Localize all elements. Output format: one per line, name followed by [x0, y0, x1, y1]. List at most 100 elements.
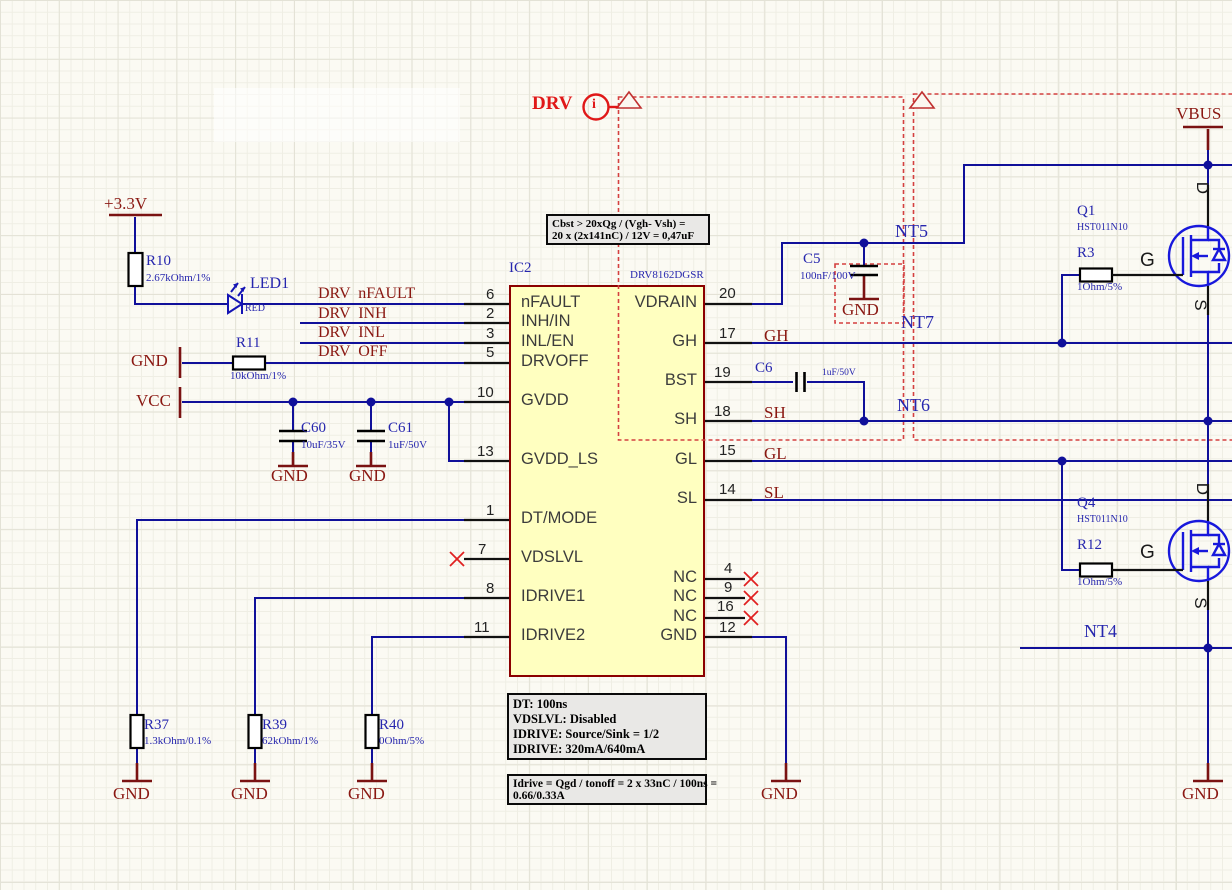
val-r37[interactable]: 1.3kOhm/0.1% [144, 736, 211, 748]
net-drv-inl[interactable]: DRV INL [318, 325, 385, 342]
pin-num-16[interactable]: 16 [717, 599, 734, 615]
pin-name-r-18[interactable]: SH [600, 411, 697, 428]
pin-num-3[interactable]: 3 [486, 326, 494, 342]
pin-num-14[interactable]: 14 [719, 482, 736, 498]
power-port-vbus[interactable]: VBUS [1176, 105, 1221, 123]
des-r12[interactable]: R12 [1077, 538, 1102, 554]
pin-s-q1[interactable]: S [1191, 295, 1209, 315]
net-nt4[interactable]: NT4 [1084, 622, 1117, 641]
val-q4[interactable]: HST011N10 [1077, 515, 1128, 526]
val-c60[interactable]: 10uF/35V [301, 440, 346, 452]
power-port-vcc[interactable]: VCC [136, 392, 171, 410]
pin-d-q1[interactable]: D [1193, 178, 1211, 198]
pin-name-r-14[interactable]: SL [600, 490, 697, 507]
pin-num-13[interactable]: 13 [477, 444, 494, 460]
net-sh[interactable]: SH [764, 404, 786, 422]
pin-name-r-17[interactable]: GH [600, 333, 697, 350]
pin-num-1[interactable]: 1 [486, 503, 494, 519]
pin-name-r-19[interactable]: BST [600, 372, 697, 389]
gnd-c61[interactable]: GND [349, 467, 386, 485]
gnd-q4[interactable]: GND [1182, 785, 1219, 803]
val-r11[interactable]: 10kOhm/1% [230, 371, 286, 383]
net-sl[interactable]: SL [764, 484, 784, 502]
pin-name-r-9[interactable]: NC [600, 588, 697, 605]
pin-num-7[interactable]: 7 [478, 542, 486, 558]
gnd-c5[interactable]: GND [842, 301, 879, 319]
des-c61[interactable]: C61 [388, 421, 413, 437]
val-r40[interactable]: 0Ohm/5% [379, 736, 424, 748]
pin-num-8[interactable]: 8 [486, 581, 494, 597]
pin-num-2[interactable]: 2 [486, 306, 494, 322]
pin-name-GVDD_LS[interactable]: GVDD_LS [521, 451, 598, 468]
gnd-c60[interactable]: GND [271, 467, 308, 485]
pin-g-q4[interactable]: G [1140, 543, 1155, 563]
pin-num-20[interactable]: 20 [719, 286, 736, 302]
des-r3[interactable]: R3 [1077, 246, 1095, 262]
val-led1[interactable]: RED [245, 304, 265, 315]
net-drv-off[interactable]: DRV OFF [318, 344, 388, 361]
val-r3[interactable]: 1Ohm/5% [1077, 282, 1122, 294]
part-ic2[interactable]: DRV8162DGSR [630, 270, 704, 282]
net-gl[interactable]: GL [764, 445, 787, 463]
val-r12[interactable]: 1Ohm/5% [1077, 577, 1122, 589]
net-gh[interactable]: GH [764, 327, 789, 345]
pin-name-r-20[interactable]: VDRAIN [600, 294, 697, 311]
pin-num-12[interactable]: 12 [719, 620, 736, 636]
pin-num-11[interactable]: 11 [474, 620, 490, 636]
net-drv-nfault[interactable]: DRV nFAULT [318, 286, 415, 303]
pin-num-4[interactable]: 4 [724, 561, 732, 577]
pin-name-r-4[interactable]: NC [600, 569, 697, 586]
pin-name-GVDD[interactable]: GVDD [521, 392, 569, 409]
pin-name-INH/IN[interactable]: INH/IN [521, 313, 571, 330]
net-nt5[interactable]: NT5 [895, 222, 928, 241]
des-c5[interactable]: C5 [803, 252, 821, 268]
pin-num-17[interactable]: 17 [719, 326, 736, 342]
power-port-3v3[interactable]: +3.3V [104, 195, 147, 213]
pin-name-nFAULT[interactable]: nFAULT [521, 294, 580, 311]
pin-name-DT/MODE[interactable]: DT/MODE [521, 510, 597, 527]
pin-name-VDSLVL[interactable]: VDSLVL [521, 549, 583, 566]
des-r39[interactable]: R39 [262, 718, 287, 734]
pin-g-q1[interactable]: G [1140, 251, 1155, 271]
pin-name-r-15[interactable]: GL [600, 451, 697, 468]
val-c5[interactable]: 100nF/100V [800, 271, 856, 283]
pin-s-q4[interactable]: S [1191, 593, 1209, 613]
pin-num-15[interactable]: 15 [719, 443, 736, 459]
des-r10[interactable]: R10 [146, 254, 171, 270]
des-led1[interactable]: LED1 [250, 276, 289, 293]
pin-num-19[interactable]: 19 [714, 365, 731, 381]
pin-name-r-16[interactable]: NC [600, 608, 697, 625]
gnd-pin12[interactable]: GND [761, 785, 798, 803]
directive-info-glyph[interactable]: i [592, 98, 596, 113]
pin-name-DRVOFF[interactable]: DRVOFF [521, 353, 589, 370]
des-ic2[interactable]: IC2 [509, 261, 532, 277]
des-r37[interactable]: R37 [144, 718, 169, 734]
gnd-r37[interactable]: GND [113, 785, 150, 803]
gnd-r39[interactable]: GND [231, 785, 268, 803]
val-q1[interactable]: HST011N10 [1077, 223, 1128, 234]
pin-name-r-12[interactable]: GND [600, 627, 697, 644]
des-q1[interactable]: Q1 [1077, 204, 1095, 220]
net-nt6[interactable]: NT6 [897, 396, 930, 415]
pin-d-q4[interactable]: D [1193, 479, 1211, 499]
val-c61[interactable]: 1uF/50V [388, 440, 427, 452]
directive-drv-label[interactable]: DRV [532, 94, 573, 114]
pin-num-9[interactable]: 9 [724, 580, 732, 596]
pin-name-INL/EN[interactable]: INL/EN [521, 333, 574, 350]
net-drv-inh[interactable]: DRV INH [318, 306, 387, 323]
pin-num-18[interactable]: 18 [714, 404, 731, 420]
des-r11[interactable]: R11 [236, 336, 260, 352]
net-nt7[interactable]: NT7 [901, 313, 934, 332]
pin-num-10[interactable]: 10 [477, 385, 494, 401]
power-port-gnd[interactable]: GND [131, 352, 168, 370]
gnd-r40[interactable]: GND [348, 785, 385, 803]
pin-name-IDRIVE1[interactable]: IDRIVE1 [521, 588, 585, 605]
val-c6[interactable]: 1uF/50V [822, 369, 856, 379]
pin-num-6[interactable]: 6 [486, 287, 494, 303]
des-r40[interactable]: R40 [379, 718, 404, 734]
des-c6[interactable]: C6 [755, 361, 773, 377]
val-r10[interactable]: 2.67kOhm/1% [146, 273, 210, 285]
val-r39[interactable]: 62kOhm/1% [262, 736, 318, 748]
des-c60[interactable]: C60 [301, 421, 326, 437]
pin-name-IDRIVE2[interactable]: IDRIVE2 [521, 627, 585, 644]
